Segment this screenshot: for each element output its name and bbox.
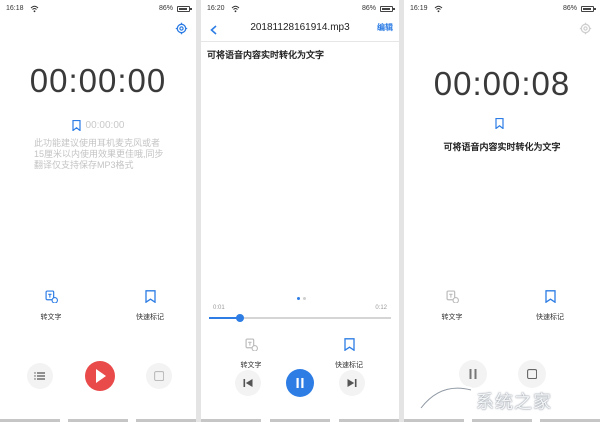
usage-hint: 此功能建议使用耳机麦克风或者15厘米以内使用效果更佳哦,同步翻译仅支持保存MP3… bbox=[34, 138, 164, 170]
battery-icon bbox=[380, 6, 395, 12]
transcribe-button[interactable]: 转文字 bbox=[422, 290, 482, 324]
transcript-text: 可将语音内容实时转化为文字 bbox=[207, 50, 325, 60]
flag-icon[interactable] bbox=[495, 118, 504, 129]
quick-mark-label: 快速标记 bbox=[536, 314, 564, 321]
watermark-logo: 系统之家 bbox=[416, 376, 586, 416]
transcribe-label: 转文字 bbox=[240, 362, 262, 369]
file-name: 20181128161914.mp3 bbox=[250, 22, 350, 33]
wifi-icon bbox=[434, 5, 443, 13]
previous-icon bbox=[243, 379, 253, 387]
page-indicator bbox=[297, 297, 309, 300]
status-bar: 16:20 86% bbox=[207, 5, 395, 15]
battery-percent: 86% bbox=[158, 5, 173, 12]
wifi-icon bbox=[231, 5, 240, 13]
status-time: 16:20 bbox=[207, 5, 225, 12]
transcribe-label: 转文字 bbox=[441, 314, 463, 321]
flag-row bbox=[404, 118, 600, 129]
total-time: 0:12 bbox=[375, 305, 387, 311]
battery-icon bbox=[177, 6, 192, 12]
nav-bar bbox=[404, 417, 600, 422]
screen-recording: 16:19 86% 00:00:08 可将语音内容实时转化为文字 转文字 快速标… bbox=[404, 0, 600, 422]
record-icon bbox=[96, 369, 106, 383]
watermark-text: 系统之家 bbox=[476, 392, 552, 412]
quick-mark-label: 快速标记 bbox=[136, 314, 164, 321]
status-bar: 16:19 86% bbox=[410, 5, 596, 15]
status-time: 16:18 bbox=[6, 5, 24, 12]
record-timer: 00:00:00 bbox=[29, 62, 167, 99]
record-button[interactable] bbox=[85, 361, 115, 391]
record-timer: 00:00:08 bbox=[433, 65, 571, 102]
bookmark-icon bbox=[544, 290, 556, 303]
transcribe-icon bbox=[244, 338, 258, 351]
recordings-list-button[interactable] bbox=[27, 363, 53, 389]
pause-icon bbox=[296, 378, 304, 388]
quick-mark-label: 快速标记 bbox=[335, 362, 363, 369]
bookmark-icon bbox=[343, 338, 355, 351]
nav-bar bbox=[201, 417, 399, 422]
flag-row: 00:00:00 bbox=[0, 120, 196, 131]
bookmark-icon bbox=[144, 290, 156, 303]
status-time: 16:19 bbox=[410, 5, 428, 12]
watermark-icon bbox=[418, 385, 472, 410]
pause-button[interactable] bbox=[286, 369, 314, 397]
flag-time: 00:00:00 bbox=[85, 120, 125, 132]
screen-playback: 16:20 86% 20181128161914.mp3 编辑 可将语音内容实时… bbox=[201, 0, 399, 422]
flag-icon[interactable] bbox=[71, 120, 81, 131]
quick-mark-button[interactable]: 快速标记 bbox=[319, 338, 379, 372]
progress-handle[interactable] bbox=[235, 314, 244, 322]
transcribe-icon bbox=[445, 290, 459, 303]
page-dot bbox=[297, 297, 300, 300]
transcribe-icon bbox=[44, 290, 58, 303]
status-bar: 16:18 86% bbox=[6, 5, 192, 15]
settings-icon[interactable] bbox=[175, 22, 188, 35]
nav-bar bbox=[0, 417, 196, 422]
list-icon bbox=[34, 371, 46, 381]
current-time: 0:01 bbox=[213, 305, 225, 311]
settings-icon[interactable] bbox=[579, 22, 592, 35]
page-dot bbox=[303, 297, 306, 300]
transcribe-button[interactable]: 转文字 bbox=[221, 338, 281, 372]
quick-mark-button[interactable]: 快速标记 bbox=[520, 290, 580, 324]
battery-percent: 86% bbox=[361, 5, 376, 12]
playback-header: 20181128161914.mp3 编辑 bbox=[201, 16, 399, 42]
edit-button[interactable]: 编辑 bbox=[377, 22, 393, 33]
next-button[interactable] bbox=[339, 370, 365, 396]
transcribe-label: 转文字 bbox=[40, 314, 62, 321]
screen-recorder-idle: 16:18 86% 00:00:00 00:00:00 此功能建议使用耳机麦克风… bbox=[0, 0, 196, 422]
battery-percent: 86% bbox=[562, 5, 577, 12]
battery-icon bbox=[581, 6, 596, 12]
stop-icon bbox=[154, 371, 164, 381]
stop-button[interactable] bbox=[146, 363, 172, 389]
transcript-text: 可将语音内容实时转化为文字 bbox=[443, 142, 561, 152]
transcribe-button[interactable]: 转文字 bbox=[21, 290, 81, 324]
progress-track[interactable] bbox=[209, 314, 391, 322]
previous-button[interactable] bbox=[235, 370, 261, 396]
next-icon bbox=[347, 379, 357, 387]
quick-mark-button[interactable]: 快速标记 bbox=[120, 290, 180, 324]
wifi-icon bbox=[30, 5, 39, 13]
